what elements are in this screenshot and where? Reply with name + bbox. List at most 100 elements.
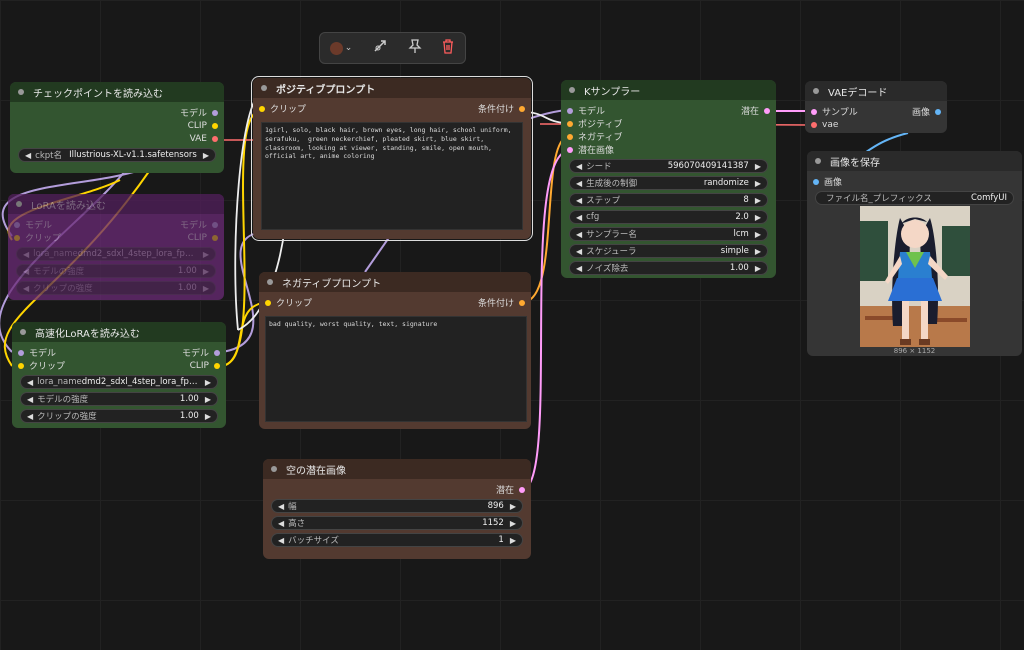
lora-name-combo[interactable]: ◀ lora_name dmd2_sdxl_4step_lora_fp16... ▶: [20, 375, 218, 389]
node-title-bar[interactable]: 空の潜在画像: [263, 459, 531, 479]
collapse-dot[interactable]: [261, 85, 267, 91]
right-arrow-icon[interactable]: ▶: [205, 378, 211, 387]
checkpoint-loader-node[interactable]: チェックポイントを読み込む モデル CLIP VAE ◀ ckpt名 Illustr…: [10, 82, 224, 173]
clip-strength-widget[interactable]: ◀ クリップの強度 1.00 ▶: [20, 409, 218, 423]
left-arrow-icon[interactable]: ◀: [576, 196, 582, 205]
input-negative-pin[interactable]: [567, 133, 573, 140]
save-image-node[interactable]: 画像を保存 画像 ファイル名_プレフィックス ComfyUI 896 × 1152: [807, 151, 1022, 356]
node-title-bar[interactable]: 高速化LoRAを読み込む: [12, 322, 226, 342]
output-clip-pin[interactable]: [212, 122, 218, 129]
collapse-dot[interactable]: [16, 201, 22, 207]
collapse-dot[interactable]: [271, 466, 277, 472]
right-arrow-icon[interactable]: ▶: [203, 151, 209, 160]
input-model-pin[interactable]: [14, 221, 20, 228]
filename-prefix-widget[interactable]: ファイル名_プレフィックス ComfyUI: [815, 191, 1014, 205]
fast-lora-loader-node[interactable]: 高速化LoRAを読み込む モデル モデル クリップ CLIP ◀ lora_name d…: [12, 322, 226, 428]
right-arrow-icon[interactable]: ▶: [755, 213, 761, 222]
output-model-pin[interactable]: [212, 109, 218, 116]
right-arrow-icon[interactable]: ▶: [755, 162, 761, 171]
height-widget[interactable]: ◀ 高さ 1152 ▶: [271, 516, 523, 530]
left-arrow-icon[interactable]: ◀: [278, 536, 284, 545]
right-arrow-icon[interactable]: ▶: [755, 179, 761, 188]
left-arrow-icon[interactable]: ◀: [576, 230, 582, 239]
model-strength-widget[interactable]: ◀ モデルの強度 1.00 ▶: [16, 264, 216, 278]
negative-prompt-textarea[interactable]: [265, 316, 527, 422]
right-arrow-icon[interactable]: ▶: [755, 247, 761, 256]
right-arrow-icon[interactable]: ▶: [205, 395, 211, 404]
output-clip-pin[interactable]: [214, 362, 220, 369]
sampler-name-widget[interactable]: ◀ サンプラー名 lcm ▶: [569, 227, 768, 241]
left-arrow-icon[interactable]: ◀: [576, 162, 582, 171]
collapse-dot[interactable]: [569, 87, 575, 93]
input-model-pin[interactable]: [18, 349, 24, 356]
denoise-widget[interactable]: ◀ ノイズ除去 1.00 ▶: [569, 261, 768, 275]
positive-prompt-textarea[interactable]: [261, 122, 523, 230]
left-arrow-icon[interactable]: ◀: [278, 502, 284, 511]
steps-widget[interactable]: ◀ ステップ 8 ▶: [569, 193, 768, 207]
output-latent-pin[interactable]: [519, 486, 525, 493]
output-conditioning-pin[interactable]: [519, 299, 525, 306]
left-arrow-icon[interactable]: ◀: [27, 395, 33, 404]
collapse-dot[interactable]: [267, 279, 273, 285]
output-vae-pin[interactable]: [212, 135, 218, 142]
input-clip-pin[interactable]: [265, 299, 271, 306]
output-clip-pin[interactable]: [212, 234, 218, 241]
input-image-pin[interactable]: [813, 178, 819, 185]
left-arrow-icon[interactable]: ◀: [576, 264, 582, 273]
model-strength-widget[interactable]: ◀ モデルの強度 1.00 ▶: [20, 392, 218, 406]
delete-button[interactable]: [441, 38, 455, 58]
left-arrow-icon[interactable]: ◀: [278, 519, 284, 528]
clip-strength-widget[interactable]: ◀ クリップの強度 1.00 ▶: [16, 281, 216, 295]
output-model-pin[interactable]: [212, 221, 218, 228]
collapse-dot[interactable]: [18, 89, 24, 95]
cfg-widget[interactable]: ◀ cfg 2.0 ▶: [569, 210, 768, 224]
scheduler-widget[interactable]: ◀ スケジューラ simple ▶: [569, 244, 768, 258]
input-clip-pin[interactable]: [14, 234, 20, 241]
seed-widget[interactable]: ◀ シード 596070409141387 ▶: [569, 159, 768, 173]
output-model-pin[interactable]: [214, 349, 220, 356]
left-arrow-icon[interactable]: ◀: [576, 247, 582, 256]
right-arrow-icon[interactable]: ▶: [510, 536, 516, 545]
right-arrow-icon[interactable]: ▶: [755, 264, 761, 273]
input-latent-pin[interactable]: [567, 146, 573, 153]
left-arrow-icon[interactable]: ◀: [27, 412, 33, 421]
collapse-dot[interactable]: [815, 158, 821, 164]
node-title-bar[interactable]: VAEデコード: [805, 81, 947, 101]
left-arrow-icon[interactable]: ◀: [25, 151, 31, 160]
bypass-button[interactable]: [372, 38, 388, 58]
input-clip-pin[interactable]: [18, 362, 24, 369]
lora-loader-bypassed-node[interactable]: LoRAを読み込む モデル モデル クリップ CLIP ◀ lora_name dmd2…: [8, 194, 224, 300]
right-arrow-icon[interactable]: ▶: [755, 230, 761, 239]
node-title-bar[interactable]: チェックポイントを読み込む: [10, 82, 224, 102]
input-samples-pin[interactable]: [811, 108, 817, 115]
node-title-bar[interactable]: LoRAを読み込む: [8, 194, 224, 214]
output-image-pin[interactable]: [935, 108, 941, 115]
control-after-generate-widget[interactable]: ◀ 生成後の制御 randomize ▶: [569, 176, 768, 190]
ckpt-name-combo[interactable]: ◀ ckpt名 Illustrious-XL-v1.1.safetensors ▶: [18, 148, 216, 162]
input-model-pin[interactable]: [567, 107, 573, 114]
input-vae-pin[interactable]: [811, 121, 817, 128]
node-title-bar[interactable]: 画像を保存: [807, 151, 1022, 171]
preview-image[interactable]: [860, 206, 970, 347]
right-arrow-icon[interactable]: ▶: [205, 412, 211, 421]
width-widget[interactable]: ◀ 幅 896 ▶: [271, 499, 523, 513]
input-clip-pin[interactable]: [259, 105, 265, 112]
collapse-dot[interactable]: [20, 329, 26, 335]
positive-prompt-node[interactable]: ポジティブプロンプト クリップ 条件付け: [251, 76, 533, 241]
lora-name-combo[interactable]: ◀ lora_name dmd2_sdxl_4step_lora_fp16... ▶: [16, 247, 216, 261]
left-arrow-icon[interactable]: ◀: [576, 213, 582, 222]
left-arrow-icon[interactable]: ◀: [576, 179, 582, 188]
ksampler-node[interactable]: Kサンプラー モデル 潜在 ポジティブ ネガティブ 潜在画像 ◀ シード 596070…: [561, 80, 776, 278]
node-title-bar[interactable]: ネガティブプロンプト: [259, 272, 531, 292]
negative-prompt-node[interactable]: ネガティブプロンプト クリップ 条件付け: [259, 272, 531, 429]
vae-decode-node[interactable]: VAEデコード サンプル 画像 vae: [805, 81, 947, 133]
output-latent-pin[interactable]: [764, 107, 770, 114]
right-arrow-icon[interactable]: ▶: [510, 502, 516, 511]
left-arrow-icon[interactable]: ◀: [27, 378, 33, 387]
output-conditioning-pin[interactable]: [519, 105, 525, 112]
pin-button[interactable]: [407, 38, 422, 58]
color-picker-button[interactable]: ⌄: [329, 41, 352, 55]
node-title-bar[interactable]: ポジティブプロンプト: [253, 78, 531, 98]
collapse-dot[interactable]: [813, 88, 819, 94]
node-title-bar[interactable]: Kサンプラー: [561, 80, 776, 100]
